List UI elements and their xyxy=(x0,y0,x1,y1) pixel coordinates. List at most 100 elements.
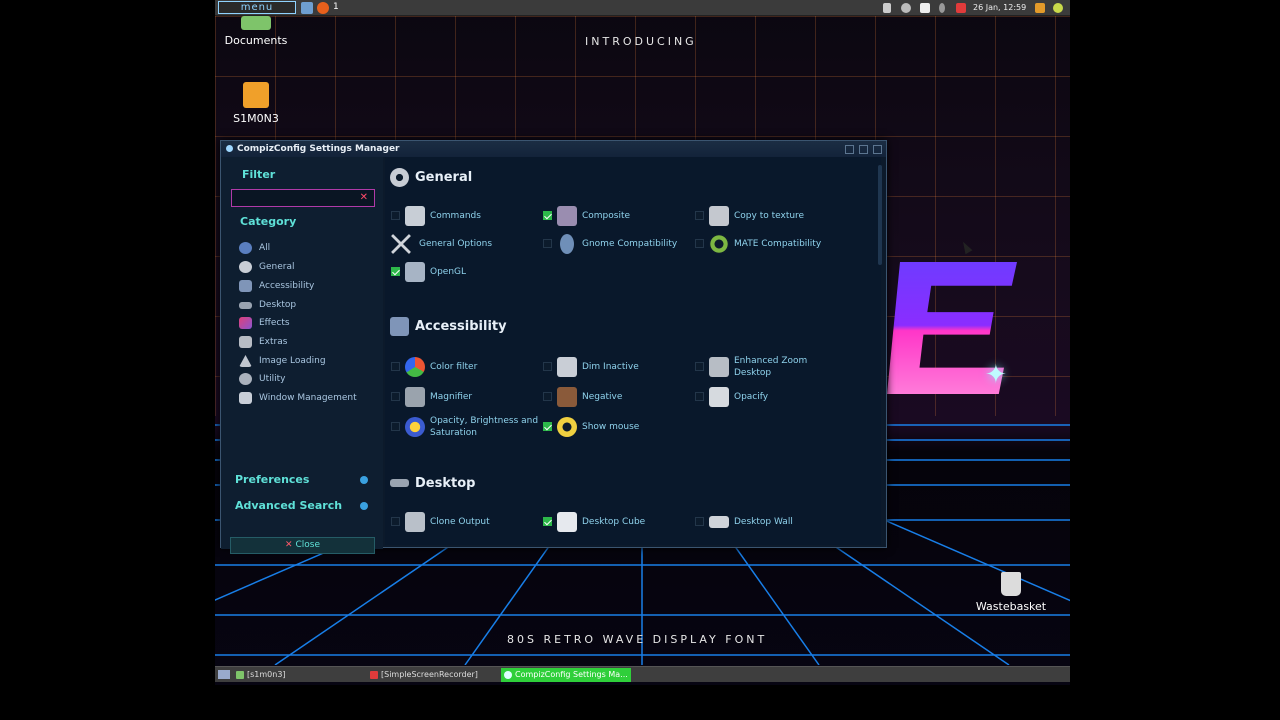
plugin-checkbox[interactable] xyxy=(391,392,400,401)
plugin-label: Opacify xyxy=(734,392,769,402)
filter-input[interactable] xyxy=(232,194,352,211)
close-x-icon: ✕ xyxy=(284,540,293,550)
desktop-icon-wastebasket[interactable]: Wastebasket xyxy=(971,572,1051,613)
utility-icon xyxy=(239,373,252,385)
category-label: All xyxy=(259,243,271,253)
minimize-icon[interactable] xyxy=(844,145,854,154)
desktop-icon xyxy=(390,479,409,487)
shield-icon[interactable] xyxy=(920,3,930,13)
plugin-checkbox[interactable] xyxy=(543,517,552,526)
plugin-label: Composite xyxy=(582,211,631,221)
category-extras[interactable]: Extras xyxy=(239,334,287,350)
brightness-icon xyxy=(405,417,425,437)
desktop-icon xyxy=(239,302,252,309)
plugin-label: Opacity, Brightness and Saturation xyxy=(430,416,539,438)
clone-output-icon xyxy=(405,512,425,532)
bottom-taskbar: [s1m0n3] [SimpleScreenRecorder] CompizCo… xyxy=(215,666,1070,682)
plugin-label: Commands xyxy=(430,211,481,221)
category-all[interactable]: All xyxy=(239,240,270,256)
gear-icon xyxy=(239,261,252,273)
plugin-checkbox[interactable] xyxy=(391,267,400,276)
task-ccsm[interactable]: CompizConfig Settings Ma... xyxy=(501,668,631,682)
top-panel: menu 1 26 Jan, 12:59 xyxy=(215,0,1070,16)
desktop-icon-documents[interactable]: Documents xyxy=(216,16,296,47)
desktop: menu 1 26 Jan, 12:59 Documents S1M0N3 Wa… xyxy=(215,0,1070,685)
plugin-checkbox[interactable] xyxy=(543,239,552,248)
globe-icon xyxy=(239,242,252,254)
wifi-icon[interactable] xyxy=(901,3,911,13)
monitor-icon xyxy=(405,262,425,282)
category-image-loading[interactable]: Image Loading xyxy=(239,353,326,369)
plugin-checkbox[interactable] xyxy=(695,211,704,220)
category-label: Effects xyxy=(259,318,290,328)
color-filter-icon xyxy=(405,357,425,377)
category-heading: Category xyxy=(240,215,297,228)
category-label: Image Loading xyxy=(259,356,326,366)
plugin-checkbox[interactable] xyxy=(695,362,704,371)
category-general[interactable]: General xyxy=(239,259,294,275)
plugin-label: Show mouse xyxy=(582,422,640,432)
desktop-icon-label: Wastebasket xyxy=(975,600,1047,613)
category-utility[interactable]: Utility xyxy=(239,371,285,387)
recorder-icon xyxy=(370,671,378,679)
category-window-management[interactable]: Window Management xyxy=(239,390,357,406)
plugin-list-scrollbar[interactable] xyxy=(878,165,882,265)
dim-inactive-icon xyxy=(557,357,577,377)
filter-field[interactable]: ✕ xyxy=(231,189,375,211)
accessibility-icon xyxy=(390,317,409,336)
desktop-icon-s1m0n3[interactable]: S1M0N3 xyxy=(216,82,296,125)
plugin-checkbox[interactable] xyxy=(543,392,552,401)
app-icon xyxy=(226,145,233,152)
show-desktop-icon[interactable] xyxy=(218,670,230,679)
sparkle-icon: ✦ xyxy=(985,360,1007,390)
video-overlay-bottom: 80S RETRO WAVE DISPLAY FONT xyxy=(507,633,768,646)
cube-icon xyxy=(557,512,577,532)
zoom-icon xyxy=(709,357,729,377)
window-titlebar[interactable]: CompizConfig Settings Manager xyxy=(221,141,886,157)
commands-icon xyxy=(405,206,425,226)
plugin-checkbox[interactable] xyxy=(543,211,552,220)
recorder-icon[interactable] xyxy=(956,3,966,13)
file-manager-icon[interactable] xyxy=(301,2,313,14)
advanced-search-link[interactable]: Advanced Search xyxy=(235,499,368,512)
volume-icon[interactable] xyxy=(883,3,891,13)
workspace-indicator[interactable]: 1 xyxy=(333,2,339,12)
plugin-label: Clone Output xyxy=(430,517,490,527)
task-label: [s1m0n3] xyxy=(247,670,286,679)
category-effects[interactable]: Effects xyxy=(239,315,290,331)
show-mouse-icon xyxy=(557,417,577,437)
bluetooth-icon[interactable] xyxy=(939,3,945,13)
clear-icon[interactable]: ✕ xyxy=(360,192,368,203)
category-accessibility[interactable]: Accessibility xyxy=(239,278,314,294)
plugin-checkbox[interactable] xyxy=(695,239,704,248)
preferences-label: Preferences xyxy=(235,473,310,486)
clock[interactable]: 26 Jan, 12:59 xyxy=(973,3,1026,12)
task-label: CompizConfig Settings Ma... xyxy=(515,670,628,679)
plugin-checkbox[interactable] xyxy=(543,422,552,431)
plugin-checkbox[interactable] xyxy=(391,362,400,371)
gear-icon xyxy=(390,168,409,187)
magnifier-icon xyxy=(405,387,425,407)
plugin-checkbox[interactable] xyxy=(391,517,400,526)
plugin-checkbox[interactable] xyxy=(543,362,552,371)
category-desktop[interactable]: Desktop xyxy=(239,297,296,313)
lock-icon[interactable] xyxy=(1035,3,1045,13)
plugin-checkbox[interactable] xyxy=(695,392,704,401)
task-simplescreenrecorder[interactable]: [SimpleScreenRecorder] xyxy=(367,668,497,682)
plugin-checkbox[interactable] xyxy=(391,422,400,431)
maximize-icon[interactable] xyxy=(858,145,868,154)
preferences-link[interactable]: Preferences xyxy=(235,473,368,486)
menu-button[interactable]: menu xyxy=(218,1,296,14)
firefox-icon[interactable] xyxy=(317,2,329,14)
trash-icon xyxy=(1001,572,1021,596)
video-overlay-top: INTRODUCING xyxy=(585,35,697,48)
task-label: [SimpleScreenRecorder] xyxy=(381,670,478,679)
chevron-right-icon xyxy=(360,502,368,510)
plugin-checkbox[interactable] xyxy=(695,517,704,526)
plugin-checkbox[interactable] xyxy=(391,211,400,220)
close-button[interactable]: ✕ Close xyxy=(230,537,375,554)
plugin-label: Negative xyxy=(582,392,623,402)
close-icon[interactable] xyxy=(873,145,882,154)
task-terminal[interactable]: [s1m0n3] xyxy=(233,668,363,682)
power-icon[interactable] xyxy=(1053,3,1063,13)
